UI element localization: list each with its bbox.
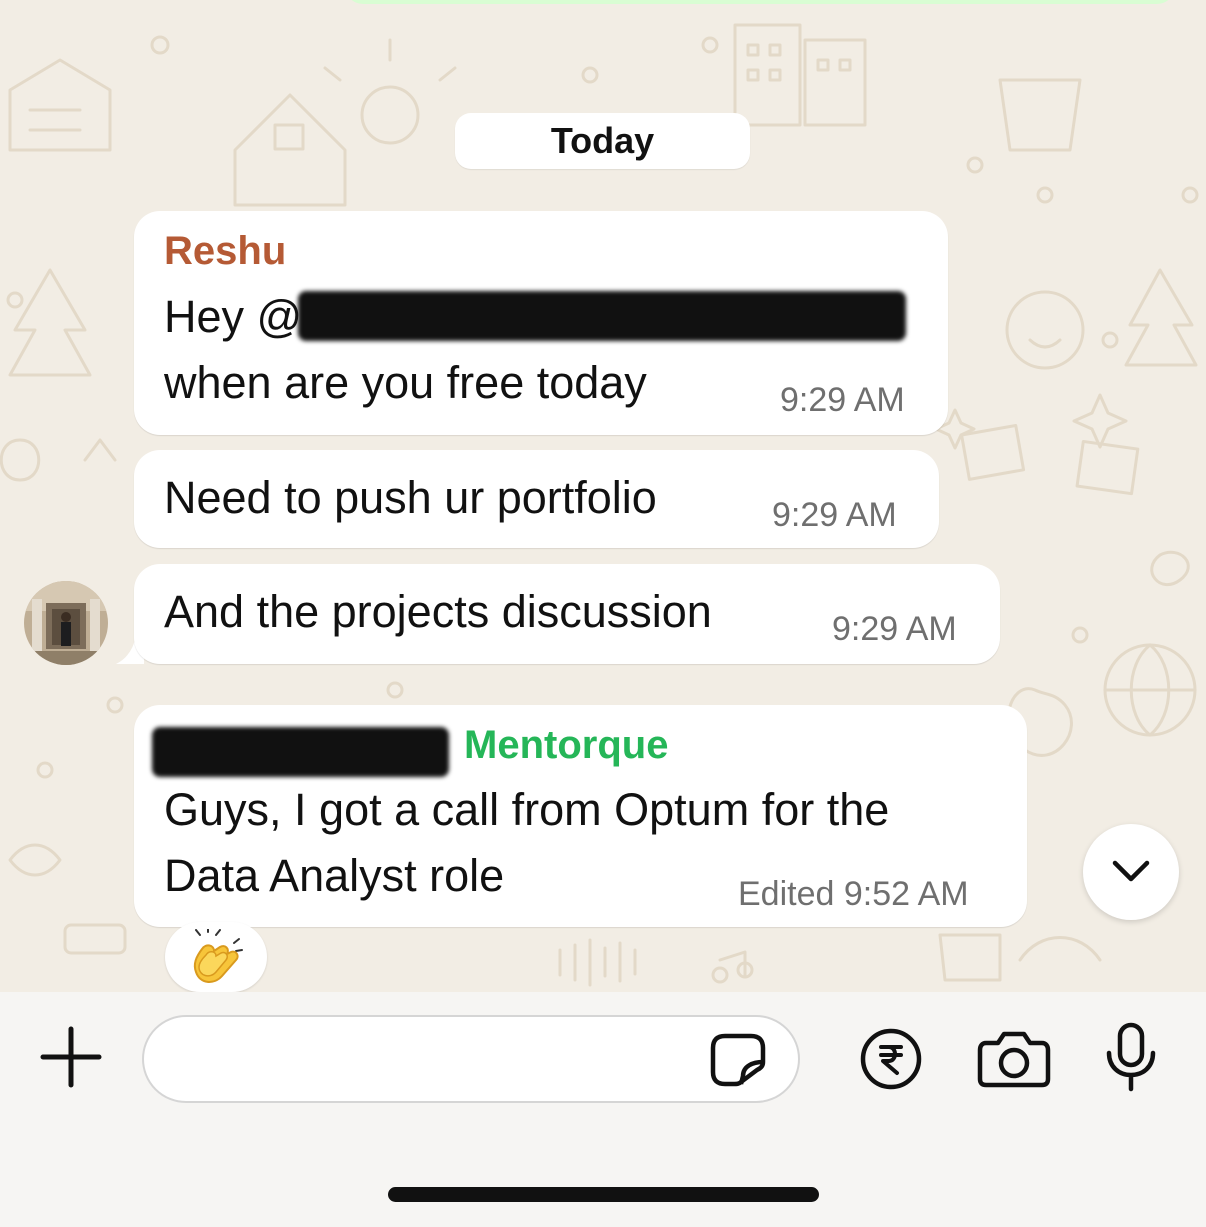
redacted-sender-name	[152, 727, 449, 777]
sender-avatar[interactable]	[24, 581, 108, 665]
date-separator: Today	[455, 113, 750, 169]
mention-prefix: Hey @	[164, 291, 303, 342]
sender-name[interactable]: Reshu	[164, 229, 286, 274]
camera-icon	[977, 1031, 1051, 1088]
plus-icon	[40, 1026, 102, 1088]
sticker-icon	[710, 1033, 766, 1087]
message-timestamp: 9:29 AM	[832, 610, 957, 648]
clapping-hands-icon	[193, 929, 243, 983]
message-bubble[interactable]: Need to push ur portfolio 9:29 AM	[134, 450, 939, 548]
previous-outgoing-bubble-edge	[345, 0, 1175, 4]
message-bubble[interactable]: And the projects discussion 9:29 AM	[134, 564, 1000, 664]
payment-button[interactable]	[858, 1026, 924, 1092]
message-text-line: Guys, I got a call from Optum for the	[164, 784, 890, 835]
message-text: And the projects discussion	[164, 586, 712, 637]
message-text-line: Hey @	[164, 284, 302, 350]
microphone-icon	[1106, 1022, 1156, 1092]
home-indicator[interactable]	[388, 1187, 819, 1202]
reaction-badge[interactable]	[165, 922, 267, 992]
message-bubble[interactable]: Mentorque Guys, I got a call from Optum …	[134, 705, 1027, 927]
message-timestamp: 9:29 AM	[772, 496, 897, 534]
camera-button[interactable]	[976, 1028, 1052, 1090]
sender-name[interactable]: Mentorque	[464, 723, 668, 768]
edited-label: Edited	[738, 875, 835, 913]
message-text: Need to push ur portfolio	[164, 472, 657, 523]
scroll-to-bottom-button[interactable]	[1083, 824, 1179, 920]
rupee-icon	[860, 1028, 922, 1090]
redacted-mention	[298, 291, 906, 341]
attach-button[interactable]	[36, 1022, 106, 1092]
message-bubble[interactable]: Reshu Hey @ when are you free today 9:29…	[134, 211, 948, 435]
message-text-line: when are you free today	[164, 357, 647, 408]
avatar-image	[24, 581, 108, 665]
chevron-down-icon	[1112, 860, 1150, 882]
message-input[interactable]	[142, 1015, 800, 1103]
timestamp-value: 9:52 AM	[843, 875, 969, 913]
message-text-line: Data Analyst role	[164, 850, 505, 901]
message-timestamp: 9:29 AM	[780, 381, 905, 419]
message-timestamp: Edited 9:52 AM	[738, 875, 969, 914]
voice-message-button[interactable]	[1102, 1020, 1160, 1094]
sticker-button[interactable]	[706, 1030, 770, 1090]
